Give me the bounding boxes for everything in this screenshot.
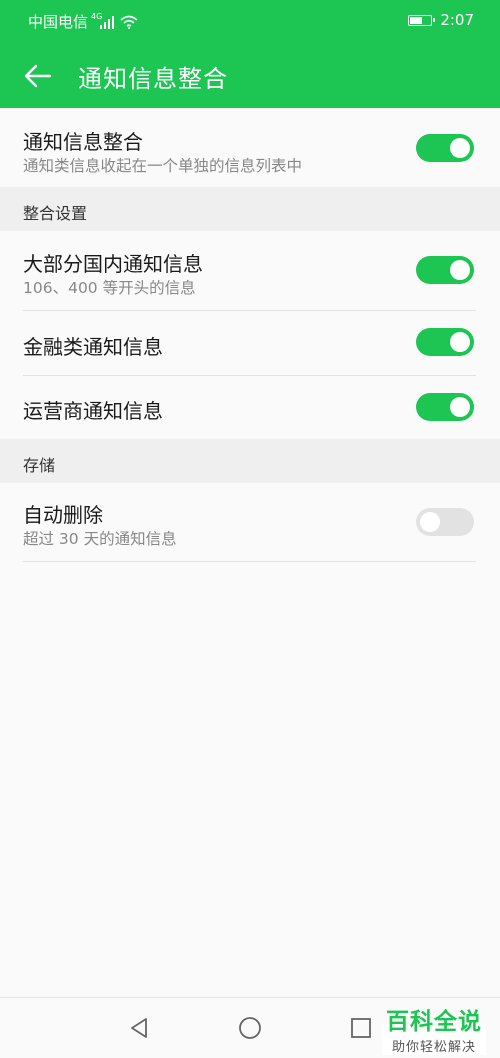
section-title: 整合设置 — [23, 204, 88, 223]
app-header: 中国电信 4G 2:07 通知信息整合 — [0, 0, 500, 108]
domestic-toggle-switch[interactable] — [416, 256, 474, 284]
page-title: 通知信息整合 — [78, 65, 228, 93]
section-title: 存储 — [23, 456, 56, 475]
main-toggle-title: 通知信息整合 — [23, 130, 143, 154]
watermark-tagline: 助你轻松解决 — [391, 1040, 476, 1055]
setting-row-carrier[interactable]: 运营商通知信息 — [0, 376, 500, 439]
carrier-group: 中国电信 4G — [28, 11, 138, 32]
section-header-storage: 存储 — [0, 439, 500, 483]
status-bar: 中国电信 4G 2:07 — [0, 0, 500, 40]
carrier-toggle-switch[interactable] — [416, 393, 474, 421]
wifi-icon — [120, 15, 138, 29]
finance-toggle-switch[interactable] — [416, 328, 474, 356]
main-toggle-subtitle: 通知类信息收起在一个单独的信息列表中 — [23, 157, 303, 175]
clock: 2:07 — [440, 11, 474, 29]
carrier-name: 中国电信 — [28, 13, 89, 31]
setting-row-domestic[interactable]: 大部分国内通知信息 106、400 等开头的信息 — [0, 231, 500, 310]
auto-delete-toggle-switch[interactable] — [416, 508, 474, 536]
main-toggle-switch[interactable] — [416, 134, 474, 162]
app-bar: 通知信息整合 — [0, 40, 500, 108]
setting-subtitle: 超过 30 天的通知信息 — [23, 530, 177, 548]
main-toggle-row[interactable]: 通知信息整合 通知类信息收起在一个单独的信息列表中 — [0, 108, 500, 187]
setting-row-finance[interactable]: 金融类通知信息 — [0, 311, 500, 375]
nav-home-icon[interactable] — [238, 1016, 262, 1040]
row-divider — [23, 561, 476, 562]
setting-row-auto-delete[interactable]: 自动删除 超过 30 天的通知信息 — [0, 483, 500, 561]
nav-recents-icon[interactable] — [349, 1016, 373, 1040]
setting-title: 金融类通知信息 — [23, 335, 163, 359]
setting-subtitle: 106、400 等开头的信息 — [23, 279, 196, 297]
network-type: 4G — [91, 11, 103, 21]
setting-title: 大部分国内通知信息 — [23, 252, 203, 276]
back-arrow-icon[interactable] — [22, 60, 54, 92]
nav-back-icon[interactable] — [127, 1016, 151, 1040]
signal-icon: 4G — [91, 11, 115, 29]
section-header-integration: 整合设置 — [0, 187, 500, 231]
setting-title: 自动删除 — [23, 503, 103, 527]
battery-icon — [408, 14, 436, 26]
watermark-logo: 百科全说 助你轻松解决 — [382, 1009, 486, 1055]
setting-title: 运营商通知信息 — [23, 399, 163, 423]
watermark-title: 百科全说 — [386, 1009, 482, 1035]
status-right-group: 2:07 — [408, 11, 474, 29]
